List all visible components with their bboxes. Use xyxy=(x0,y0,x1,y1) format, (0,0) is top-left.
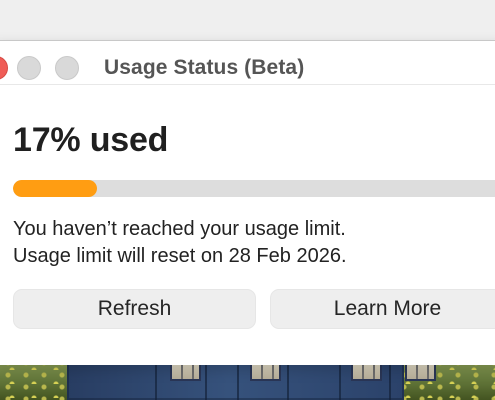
window-titlebar: Usage Status (Beta) xyxy=(0,41,495,85)
desktop: Usage Status (Beta) 17% used You haven’t… xyxy=(0,0,495,400)
usage-progress-fill xyxy=(13,180,97,197)
minimize-window-icon[interactable] xyxy=(17,56,41,80)
usage-reset-message: Usage limit will reset on 28 Feb 2026. xyxy=(13,245,347,267)
wallpaper-window xyxy=(405,363,436,381)
wallpaper-window xyxy=(351,363,382,381)
close-window-icon[interactable] xyxy=(0,56,8,80)
usage-percentage-heading: 17% used xyxy=(13,121,169,159)
learn-more-button[interactable]: Learn More xyxy=(270,289,495,329)
usage-limit-message: You haven’t reached your usage limit. xyxy=(13,218,346,240)
desktop-top-background xyxy=(0,0,495,40)
window-title: Usage Status (Beta) xyxy=(104,56,305,79)
usage-progress-bar xyxy=(13,180,495,197)
wallpaper-window xyxy=(170,363,201,381)
wallpaper-window xyxy=(250,363,281,381)
zoom-window-icon[interactable] xyxy=(55,56,79,80)
usage-status-window: Usage Status (Beta) 17% used You haven’t… xyxy=(0,40,495,365)
refresh-button[interactable]: Refresh xyxy=(13,289,256,329)
